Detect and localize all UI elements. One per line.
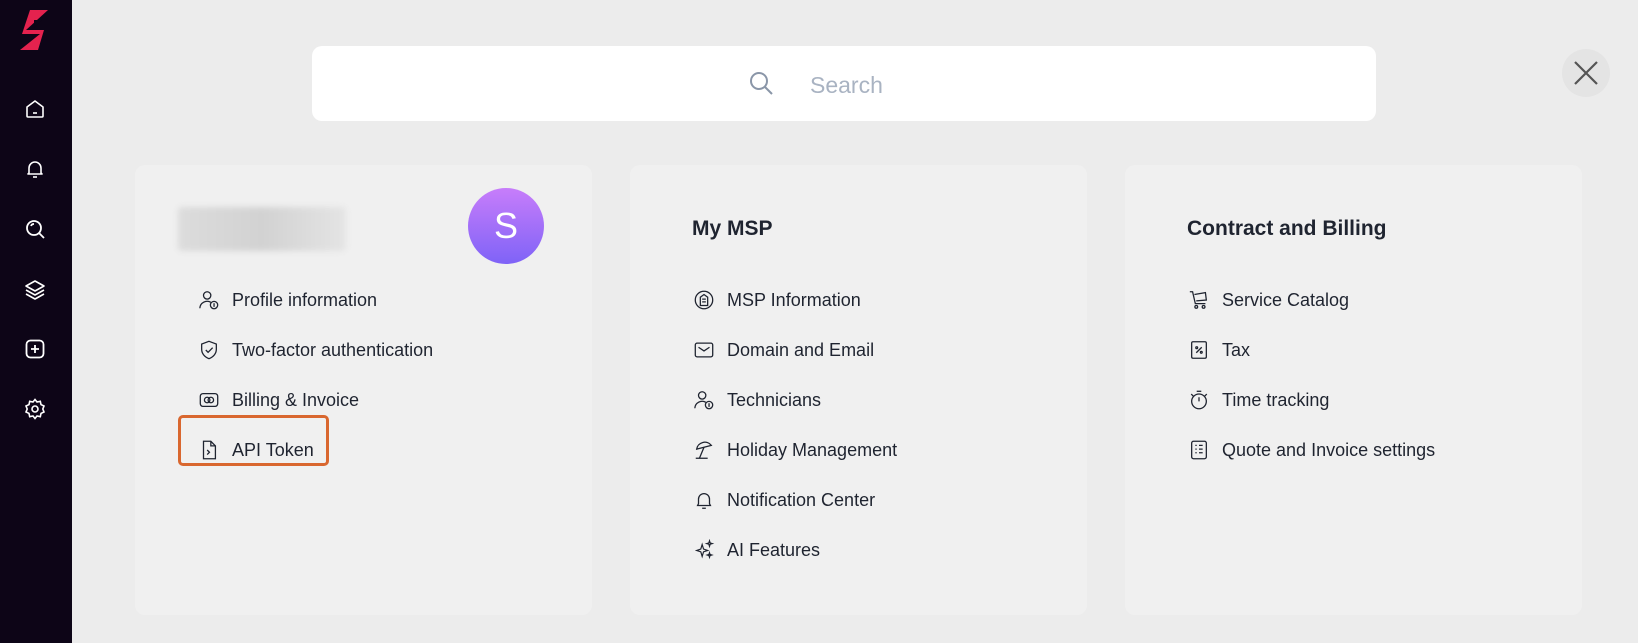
- billing-icon: [197, 388, 221, 412]
- user-settings-icon: [692, 388, 716, 412]
- invoice-icon: [1187, 438, 1211, 462]
- menu-item-profile-information[interactable]: Profile information: [197, 275, 433, 325]
- search-icon: [746, 68, 776, 98]
- menu-item-quote-invoice-settings[interactable]: Quote and Invoice settings: [1187, 425, 1435, 475]
- menu-item-technicians[interactable]: Technicians: [692, 375, 897, 425]
- menu-item-notification-center[interactable]: Notification Center: [692, 475, 897, 525]
- menu-item-label: Service Catalog: [1222, 289, 1350, 310]
- sparkles-icon: [692, 538, 716, 562]
- menu-item-label: Notification Center: [727, 489, 876, 510]
- menu-item-label: Tax: [1222, 339, 1251, 360]
- menu-item-domain-email[interactable]: Domain and Email: [692, 325, 897, 375]
- menu-item-label: AI Features: [727, 539, 821, 560]
- card-title: Contract and Billing: [1187, 217, 1387, 240]
- billing-menu: Service Catalog Tax Time tracking Quote …: [1187, 275, 1435, 475]
- sidebar: [0, 0, 72, 643]
- bell-icon: [692, 488, 716, 512]
- shield-check-icon: [197, 338, 221, 362]
- menu-item-label: Technicians: [727, 389, 822, 410]
- stopwatch-icon: [1187, 388, 1211, 412]
- menu-item-label: Domain and Email: [727, 339, 875, 360]
- menu-item-time-tracking[interactable]: Time tracking: [1187, 375, 1435, 425]
- user-settings-icon: [197, 288, 221, 312]
- search-icon[interactable]: [20, 214, 50, 244]
- gear-icon[interactable]: [20, 394, 50, 424]
- search-bar[interactable]: [312, 46, 1376, 121]
- user-name-blurred: [178, 207, 346, 251]
- building-icon: [692, 288, 716, 312]
- bell-icon[interactable]: [20, 154, 50, 184]
- menu-item-tax[interactable]: Tax: [1187, 325, 1435, 375]
- cart-icon: [1187, 288, 1211, 312]
- my-msp-card: My MSP MSP Information Domain and Email …: [630, 165, 1087, 615]
- envelope-icon: [692, 338, 716, 362]
- tax-icon: [1187, 338, 1211, 362]
- selection-highlight: [178, 415, 329, 466]
- brand-logo[interactable]: [12, 6, 56, 54]
- menu-item-label: Time tracking: [1222, 389, 1330, 410]
- menu-item-label: Holiday Management: [727, 439, 898, 460]
- menu-item-holiday-management[interactable]: Holiday Management: [692, 425, 897, 475]
- menu-item-label: Profile information: [232, 289, 378, 310]
- avatar-initial: S: [493, 205, 518, 246]
- menu-item-label: Quote and Invoice settings: [1222, 439, 1436, 460]
- menu-item-label: MSP Information: [727, 289, 861, 310]
- menu-item-msp-information[interactable]: MSP Information: [692, 275, 897, 325]
- menu-item-service-catalog[interactable]: Service Catalog: [1187, 275, 1435, 325]
- beach-umbrella-icon: [692, 438, 716, 462]
- msp-menu: MSP Information Domain and Email Technic…: [692, 275, 897, 575]
- avatar[interactable]: S: [468, 188, 544, 264]
- menu-item-label: Billing & Invoice: [232, 389, 360, 410]
- add-icon[interactable]: [20, 334, 50, 364]
- close-icon: [1574, 61, 1598, 85]
- menu-item-two-factor[interactable]: Two-factor authentication: [197, 325, 433, 375]
- profile-card: S Profile information Two-factor authent…: [135, 165, 592, 615]
- menu-item-label: Two-factor authentication: [232, 339, 434, 360]
- search-input[interactable]: [808, 64, 1212, 106]
- layers-icon[interactable]: [20, 274, 50, 304]
- menu-item-ai-features[interactable]: AI Features: [692, 525, 897, 575]
- close-button[interactable]: [1562, 49, 1610, 97]
- home-icon[interactable]: [20, 94, 50, 124]
- contract-billing-card: Contract and Billing Service Catalog Tax…: [1125, 165, 1582, 615]
- card-title: My MSP: [692, 217, 773, 240]
